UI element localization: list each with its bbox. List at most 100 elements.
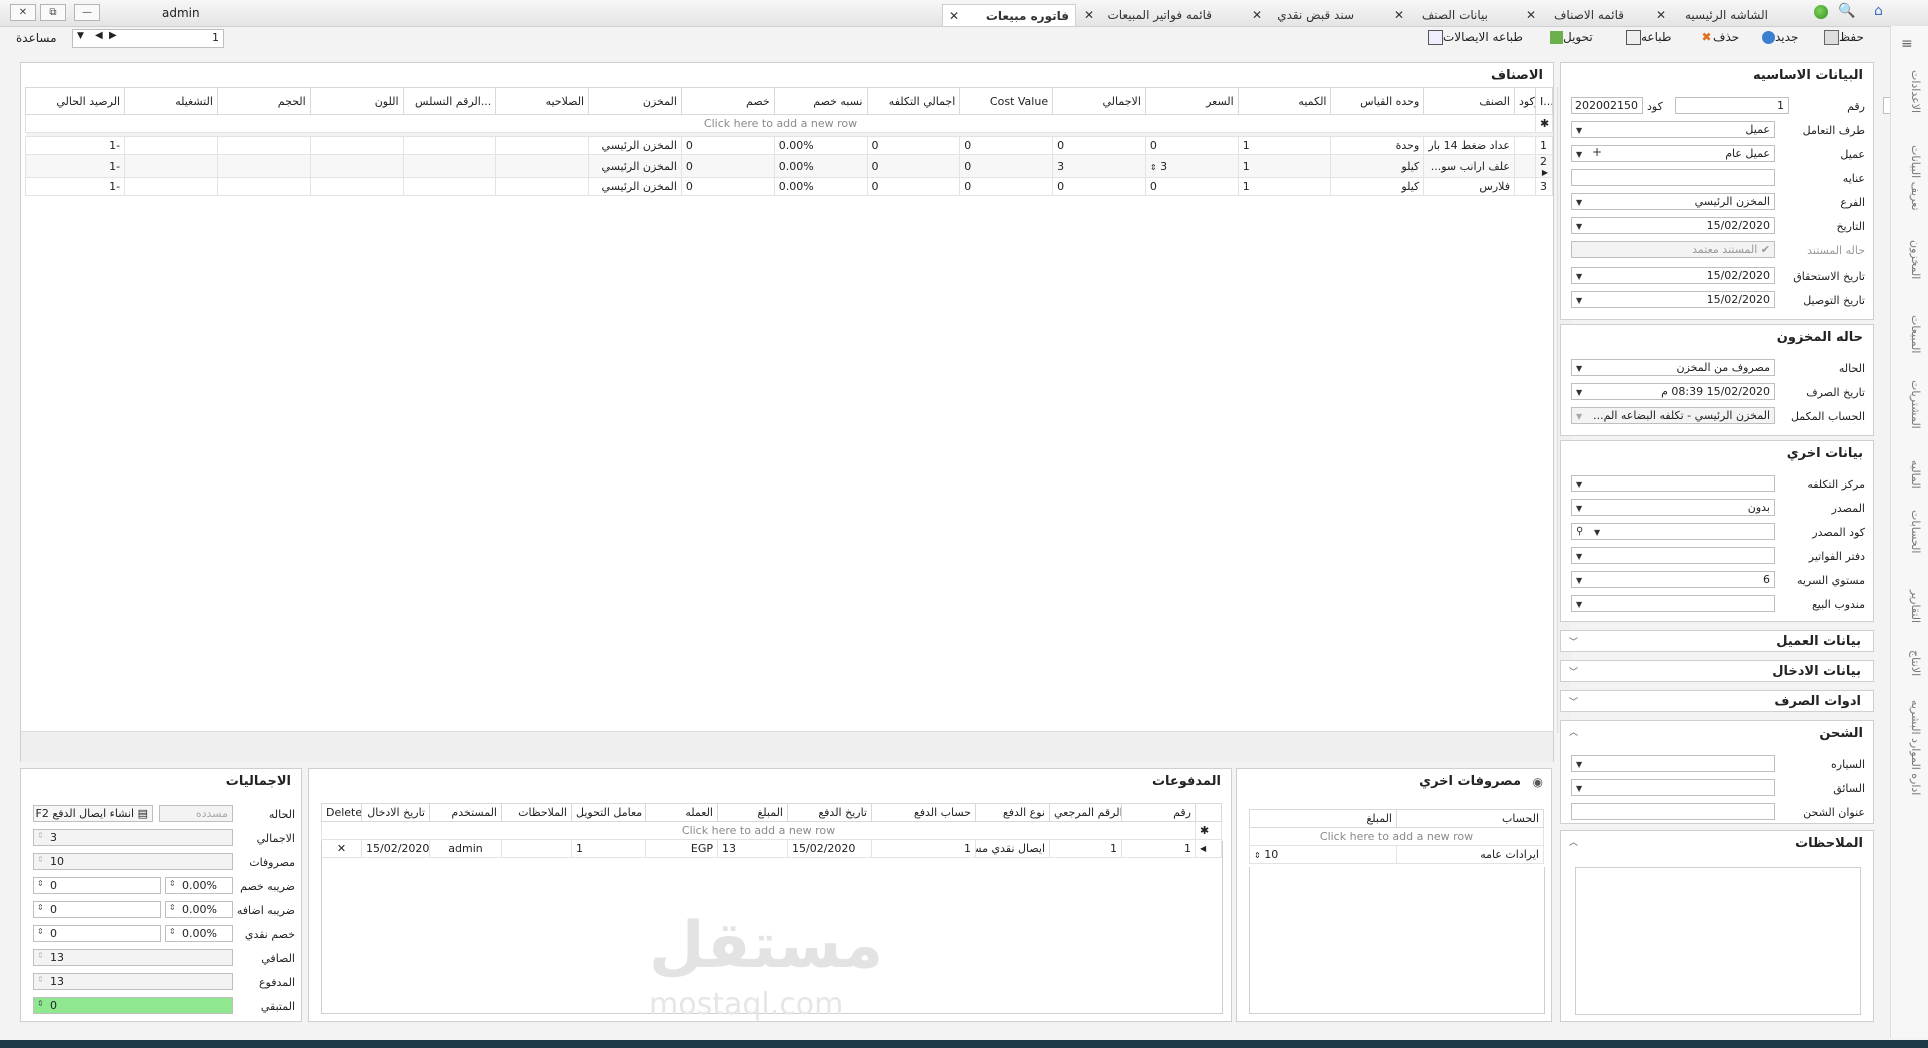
table-row[interactable]: -1 المخزن الرئيسي 0 0.00% 0 0 0 0 1 وحدة… (24, 136, 1553, 155)
col-payment-account[interactable]: حساب الدفع (871, 803, 976, 822)
col-discount-pct[interactable]: نسبه خصم (773, 87, 868, 115)
chevron-up-icon[interactable]: ︿ (1569, 835, 1578, 848)
search-icon[interactable]: 🔍 (1838, 3, 1855, 19)
tab-sales-invoices-list[interactable]: قائمه فواتير المبيعات ✕ (1078, 4, 1218, 26)
cell-cost-value[interactable]: 0 (959, 154, 1054, 178)
chevron-down-icon[interactable]: ▼ (1576, 147, 1582, 161)
tab-items-list[interactable]: قائمه الاصناف ✕ (1520, 4, 1630, 26)
added-tax-field[interactable]: 0 (33, 901, 161, 918)
col-total[interactable]: الاجمالي (1052, 87, 1146, 115)
cell-discount[interactable]: 0 (680, 136, 775, 155)
cell-cost-value[interactable]: 0 (959, 136, 1054, 155)
col-number[interactable]: رقم (1121, 803, 1196, 822)
cell-discount[interactable]: 0 (680, 177, 775, 196)
discount-tax-field[interactable]: 0 (33, 877, 161, 894)
col-reference[interactable]: الرقم المرجعي (1049, 803, 1122, 822)
col-color[interactable]: اللون (309, 87, 404, 115)
col-serial[interactable]: الرقم التسلس... (402, 87, 497, 115)
spinner-icon[interactable]: ⇕ (37, 880, 44, 888)
close-tab-icon[interactable]: ✕ (1252, 4, 1262, 26)
cell-expiry[interactable] (495, 177, 590, 196)
chevron-down-icon[interactable]: ▼ (1576, 757, 1582, 771)
car-select[interactable]: ▼ (1571, 755, 1775, 772)
side-tab-data-definition[interactable]: تعريف البيانات (1892, 145, 1922, 211)
cell-price[interactable]: 0 (1144, 136, 1239, 155)
sales-rep-select[interactable]: ▼ (1571, 595, 1775, 612)
customer-select[interactable]: عميل عام ▼ + (1571, 145, 1775, 162)
cell-qty[interactable]: 1 (1237, 154, 1332, 178)
cell-batch[interactable] (124, 136, 218, 155)
cell-size[interactable] (216, 154, 311, 178)
print-button[interactable]: طباعه (1622, 30, 1671, 45)
side-tab-accounts[interactable]: الحسابات (1892, 510, 1922, 553)
chevron-down-icon[interactable]: ▼ (1576, 385, 1582, 399)
cell-balance[interactable]: -1 (24, 177, 126, 196)
side-tab-production[interactable]: الانتاج (1892, 650, 1922, 676)
items-new-row[interactable]: Click here to add a new row ✱ (24, 114, 1553, 133)
table-row[interactable]: -1 المخزن الرئيسي 0 0.00% 0 0 3 ⇕ 3 1 كي… (24, 154, 1553, 178)
delivery-date-picker[interactable]: 15/02/2020 ▼ (1571, 291, 1775, 308)
delete-button[interactable]: حذف✖ (1696, 30, 1739, 44)
source-code-select[interactable]: ▼ ⚲ (1571, 523, 1775, 540)
col-price[interactable]: السعر (1144, 87, 1239, 115)
side-tab-hr[interactable]: اداره الموارد البشريه (1892, 700, 1922, 795)
chevron-down-icon[interactable]: ▼ (1576, 501, 1582, 515)
cell-discount-pct[interactable]: 0.00% (773, 154, 868, 178)
privacy-level-select[interactable]: 6 ▼ (1571, 571, 1775, 588)
cell-store[interactable]: المخزن الرئيسي (588, 136, 682, 155)
cell-item[interactable]: فلارس (1423, 177, 1515, 196)
expenses-new-row[interactable]: Click here to add a new row (1249, 827, 1544, 846)
col-user[interactable]: المستخدم (429, 803, 502, 822)
chevron-up-icon[interactable]: ︿ (1569, 725, 1578, 738)
cell-unit[interactable]: كيلو (1330, 154, 1425, 178)
tab-home[interactable]: الشاشه الرئيسيه ✕ (1650, 4, 1774, 26)
chevron-down-icon[interactable]: ▼ (1576, 361, 1582, 375)
record-navigator[interactable]: ▼ ◀ ▶ 1 (72, 29, 224, 48)
close-tab-icon[interactable]: ✕ (1084, 4, 1094, 26)
source-select[interactable]: بدون ▼ (1571, 499, 1775, 516)
new-row-prompt[interactable]: Click here to add a new row (24, 114, 1537, 133)
chevron-down-icon[interactable]: ▼ (1576, 477, 1582, 491)
chevron-down-icon[interactable]: ▼ (1576, 573, 1582, 587)
print-receipts-button[interactable]: طباعه الايصالات (1424, 30, 1523, 45)
convert-button[interactable]: تحويل (1546, 30, 1593, 44)
side-tab-finance[interactable]: الماليه (1892, 460, 1922, 489)
col-balance[interactable]: الرصيد الحالي (24, 87, 126, 115)
side-tab-reports[interactable]: التقارير (1892, 590, 1922, 623)
col-index[interactable]: I... (1535, 87, 1553, 115)
cell-price[interactable]: ⇕ 3 (1144, 154, 1239, 178)
cell-total-cost[interactable]: 0 (866, 136, 961, 155)
nav-prev-icon[interactable]: ◀ (95, 30, 103, 41)
cell-qty[interactable]: 1 (1237, 136, 1332, 155)
chevron-down-icon[interactable]: ▼ (1576, 293, 1582, 307)
tab-cash-receipt[interactable]: سند قبض نقدي ✕ (1246, 4, 1360, 26)
spinner-icon[interactable]: ⇕ (1254, 851, 1261, 860)
cell-amount[interactable]: ⇕ 10 (1249, 845, 1397, 864)
col-rate[interactable]: معامل التحويل (571, 803, 646, 822)
customer-data-section[interactable]: بيانات العميل ﹀ (1560, 630, 1874, 652)
price-spinner-icon[interactable]: ⇕ (1150, 163, 1157, 172)
cell-item[interactable]: علف ارانب سو... (1423, 154, 1515, 178)
stock-state-select[interactable]: مصروف من المخزن ▼ (1571, 359, 1775, 376)
cell-discount-pct[interactable]: 0.00% (773, 177, 868, 196)
col-amount[interactable]: المبلغ (1249, 809, 1397, 828)
cell-batch[interactable] (124, 154, 218, 178)
branch-select[interactable]: المخزن الرئيسي ▼ (1571, 193, 1775, 210)
spinner-icon[interactable]: ⇕ (169, 880, 176, 888)
close-tab-icon[interactable]: ✕ (1394, 4, 1404, 26)
create-receipt-button[interactable]: ▤ انشاء ايصال الدفع F2 (33, 805, 153, 822)
cell-account[interactable]: ايرادات عامه (1396, 845, 1544, 864)
number-field[interactable]: 1 (1675, 97, 1789, 114)
cell-expiry[interactable] (495, 154, 590, 178)
chevron-down-icon[interactable]: ▼ (1576, 409, 1582, 423)
items-grid[interactable]: الرصيد الحالي التشغيله الحجم اللون الرقم… (24, 87, 1553, 196)
cost-center-select[interactable]: ▼ (1571, 475, 1775, 492)
chevron-down-icon[interactable]: ▼ (1576, 195, 1582, 209)
cell-balance[interactable]: -1 (24, 136, 126, 155)
date-picker[interactable]: 15/02/2020 ▼ (1571, 217, 1775, 234)
cell-color[interactable] (309, 154, 404, 178)
notes-textarea[interactable] (1575, 867, 1861, 1015)
cell-store[interactable]: المخزن الرئيسي (588, 177, 682, 196)
tab-sales-invoice[interactable]: فاتوره مبيعات ✕ (942, 4, 1076, 26)
col-entry-date[interactable]: تاريخ الادخال (361, 803, 430, 822)
